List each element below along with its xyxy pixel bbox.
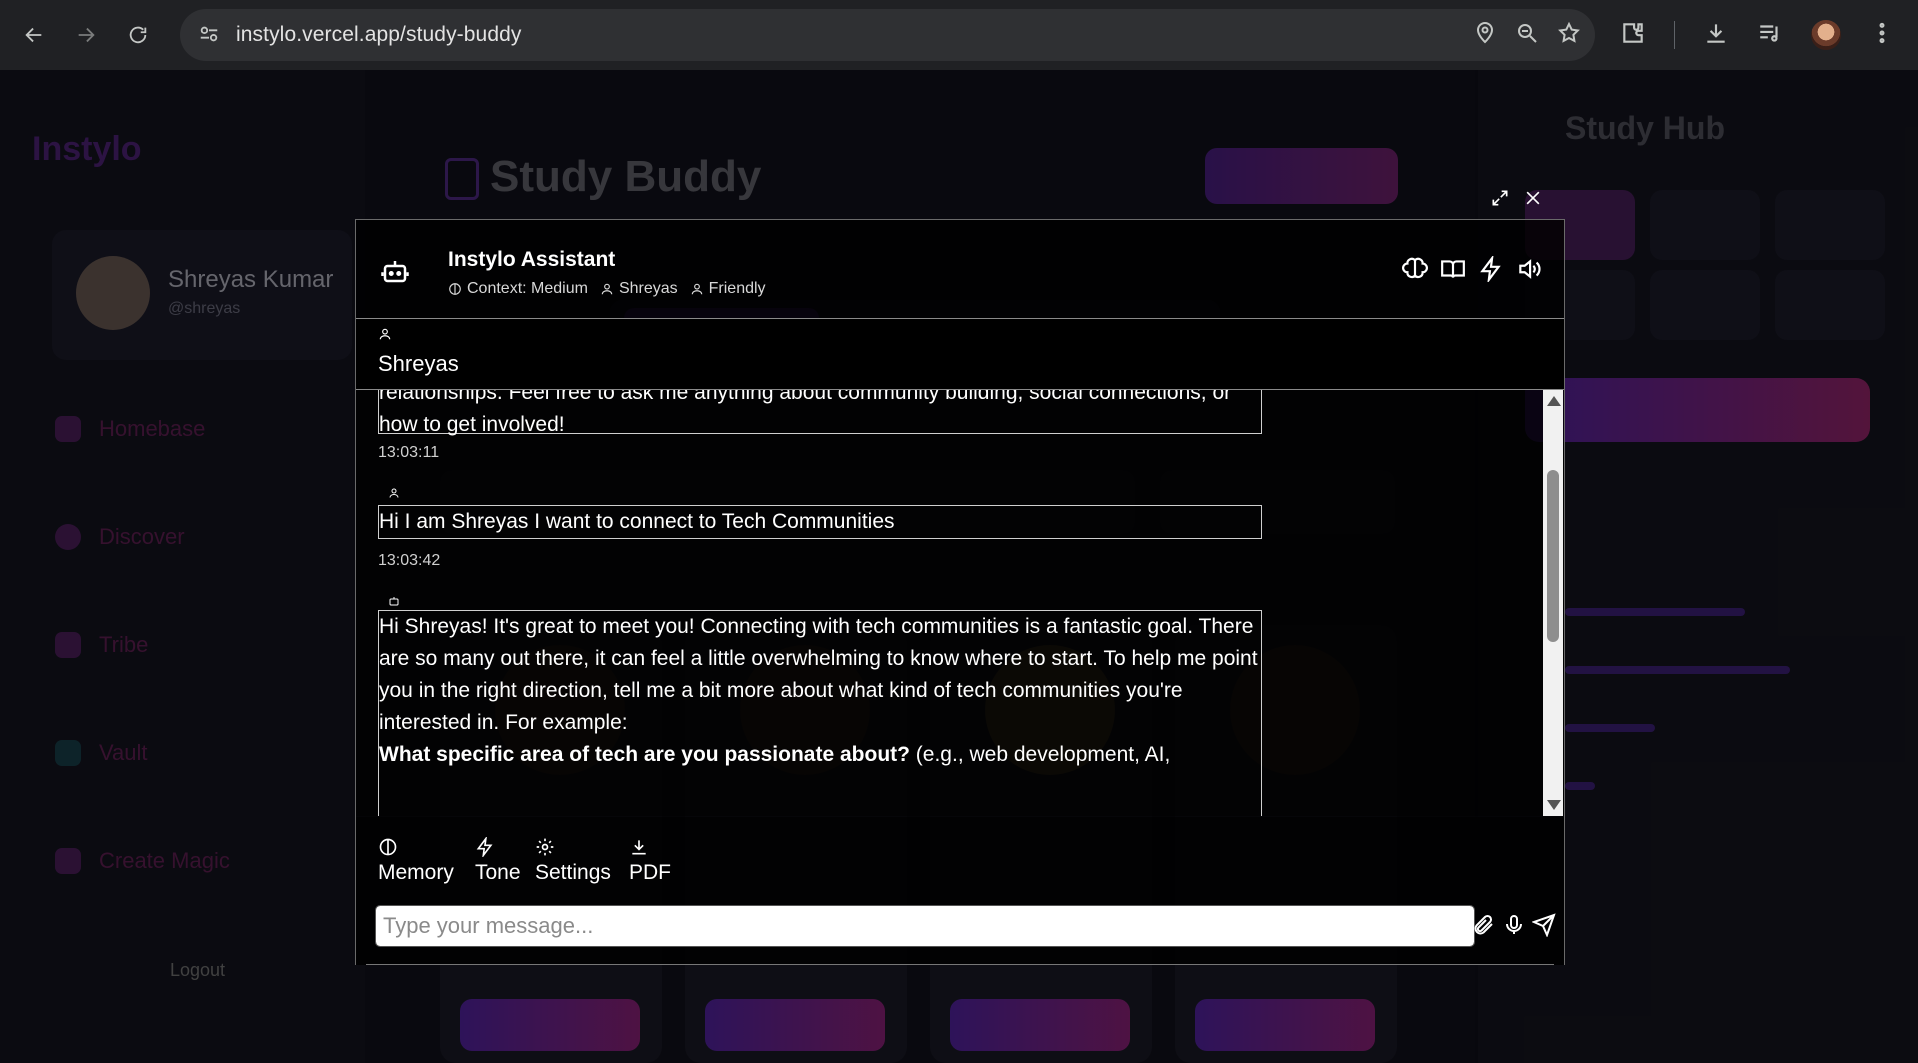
message-composer (356, 897, 1564, 965)
bot-icon (388, 594, 400, 606)
back-icon[interactable] (12, 13, 56, 57)
chat-window: Instylo Assistant Context: Medium Shreya… (355, 219, 1565, 965)
scroll-up-arrow[interactable] (1547, 396, 1561, 406)
expand-icon[interactable] (1488, 186, 1512, 210)
address-bar[interactable]: instylo.vercel.app/study-buddy (180, 9, 1595, 61)
user-message: Hi I am Shreyas I want to connect to Tec… (378, 505, 1262, 539)
tone-button[interactable]: Tone (475, 835, 521, 885)
chat-toolbar: Memory Tone Settings PDF (356, 817, 1564, 897)
user-icon (691, 283, 702, 295)
url-text[interactable]: instylo.vercel.app/study-buddy (236, 23, 522, 47)
forward-icon[interactable] (64, 13, 108, 57)
settings-button[interactable]: Settings (535, 837, 611, 885)
gear-icon (535, 837, 555, 857)
close-icon[interactable] (1521, 186, 1545, 210)
site-settings-icon[interactable] (198, 23, 222, 47)
send-icon[interactable] (1532, 913, 1556, 937)
message-input[interactable] (375, 905, 1475, 947)
message-text-continued: What specific area of tech are you passi… (379, 739, 1261, 771)
header-actions (1402, 256, 1542, 282)
context-indicator: Context: Medium (448, 280, 588, 298)
more-menu-icon[interactable] (1869, 20, 1895, 51)
toolbar-separator (1674, 21, 1675, 49)
message-bold-text: What specific area of tech are you passi… (379, 743, 910, 766)
message-text: relationships. Feel free to ask me anyth… (379, 390, 1232, 436)
brain-icon[interactable] (1402, 256, 1428, 282)
lightning-icon[interactable] (1478, 256, 1504, 282)
message-timestamp: 13:03:11 (378, 444, 440, 461)
microphone-icon[interactable] (1502, 913, 1526, 937)
current-user-name: Shreyas (378, 351, 459, 376)
message-scrollbar[interactable] (1543, 390, 1563, 816)
book-icon[interactable] (1440, 256, 1466, 282)
tone-indicator: Friendly (690, 280, 766, 298)
bookmark-star-icon[interactable] (1557, 21, 1581, 50)
assistant-message: relationships. Feel free to ask me anyth… (378, 390, 1262, 436)
scroll-thumb[interactable] (1547, 470, 1559, 642)
user-icon (378, 327, 392, 341)
user-icon (388, 486, 400, 498)
chat-meta: Context: Medium Shreyas Friendly (448, 280, 766, 298)
composer-actions (1472, 913, 1556, 937)
extensions-icon[interactable] (1620, 20, 1646, 51)
chat-header: Instylo Assistant Context: Medium Shreya… (356, 220, 1564, 319)
reload-icon[interactable] (116, 13, 160, 57)
browser-toolbar: instylo.vercel.app/study-buddy (0, 0, 1918, 70)
assistant-message: Hi Shreyas! It's great to meet you! Conn… (378, 610, 1262, 816)
message-list[interactable]: relationships. Feel free to ask me anyth… (356, 390, 1564, 816)
profile-avatar[interactable] (1811, 20, 1841, 50)
message-text: Hi I am Shreyas I want to connect to Tec… (379, 510, 895, 533)
message-text: Hi Shreyas! It's great to meet you! Conn… (379, 615, 1258, 734)
media-control-icon[interactable] (1757, 20, 1783, 51)
location-icon[interactable] (1473, 21, 1497, 50)
message-timestamp: 13:03:42 (378, 552, 441, 569)
bot-icon (380, 256, 410, 286)
download-icon[interactable] (1703, 20, 1729, 51)
speaker-icon[interactable] (1516, 256, 1542, 282)
message-tail-text: (e.g., web development, AI, (909, 743, 1171, 766)
download-icon (629, 837, 649, 857)
brain-icon (449, 283, 461, 295)
pdf-button[interactable]: PDF (629, 837, 671, 885)
user-icon (601, 283, 613, 295)
memory-button[interactable]: Memory (378, 837, 454, 885)
divider (366, 964, 1554, 965)
user-indicator: Shreyas (600, 280, 678, 298)
zoom-icon[interactable] (1515, 21, 1539, 50)
brain-icon (378, 837, 398, 857)
lightning-icon (475, 835, 495, 859)
current-user-banner: Shreyas (356, 319, 1564, 390)
assistant-name: Instylo Assistant (448, 248, 616, 271)
attachment-icon[interactable] (1472, 913, 1496, 937)
scroll-down-arrow[interactable] (1547, 800, 1561, 810)
